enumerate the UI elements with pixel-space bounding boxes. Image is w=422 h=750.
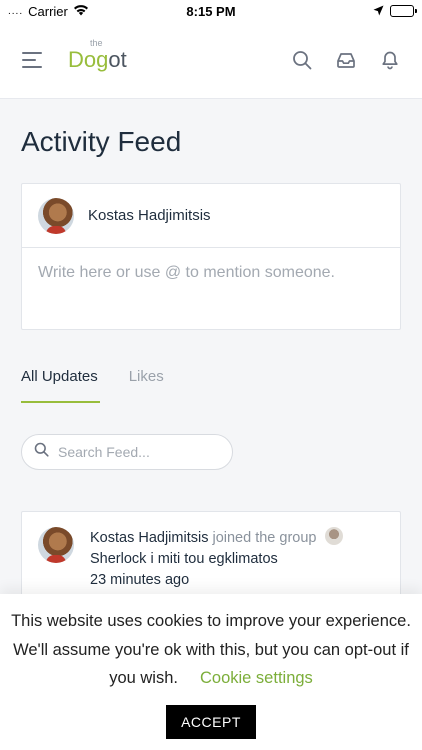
- tab-all-updates[interactable]: All Updates: [21, 368, 98, 405]
- logo-main-text: Dog: [68, 47, 109, 72]
- location-arrow-icon: [373, 4, 384, 19]
- logo-tail-text: ot: [108, 47, 127, 72]
- site-logo[interactable]: the Dogot: [68, 39, 127, 72]
- search-feed-input[interactable]: [58, 444, 218, 460]
- search-icon[interactable]: [292, 50, 312, 70]
- avatar[interactable]: [38, 197, 74, 234]
- status-bar: .... Carrier 8:15 PM: [0, 0, 422, 22]
- composer-input[interactable]: Write here or use @ to mention someone.: [22, 248, 400, 298]
- logo-small-text: the: [90, 38, 103, 48]
- inbox-icon[interactable]: [336, 50, 356, 70]
- search-icon: [34, 442, 49, 462]
- wifi-icon: [73, 4, 89, 19]
- activity-timestamp: 23 minutes ago: [90, 572, 190, 588]
- menu-icon[interactable]: [22, 52, 42, 68]
- avatar[interactable]: [38, 527, 74, 563]
- activity-group-link[interactable]: Sherlock i miti tou egklimatos: [90, 549, 343, 570]
- group-avatar[interactable]: [324, 527, 343, 545]
- post-composer: Kostas Hadjimitsis Write here or use @ t…: [21, 183, 401, 330]
- activity-action: joined the group: [212, 530, 317, 546]
- composer-header: Kostas Hadjimitsis: [22, 184, 400, 248]
- cookie-message: This website uses cookies to improve you…: [0, 594, 422, 693]
- activity-user-link[interactable]: Kostas Hadjimitsis: [90, 530, 208, 546]
- carrier-label: Carrier: [28, 3, 68, 19]
- status-right: [373, 4, 417, 19]
- cookie-banner: This website uses cookies to improve you…: [0, 594, 422, 750]
- bell-icon[interactable]: [380, 50, 400, 70]
- header-actions: [292, 50, 400, 70]
- page-title: Activity Feed: [21, 126, 182, 157]
- cookie-settings-link[interactable]: Cookie settings: [200, 669, 313, 687]
- status-left: .... Carrier: [8, 4, 89, 19]
- active-tab-indicator: [21, 401, 100, 403]
- accept-button[interactable]: ACCEPT: [166, 704, 256, 739]
- battery-icon: [390, 5, 417, 17]
- signal-dots: ....: [8, 5, 24, 17]
- feed-tabs: All Updates Likes: [21, 368, 401, 405]
- feed-search: [21, 434, 233, 470]
- tab-likes[interactable]: Likes: [129, 368, 164, 405]
- composer-user-name: Kostas Hadjimitsis: [88, 207, 211, 224]
- app-header: the Dogot: [0, 22, 422, 99]
